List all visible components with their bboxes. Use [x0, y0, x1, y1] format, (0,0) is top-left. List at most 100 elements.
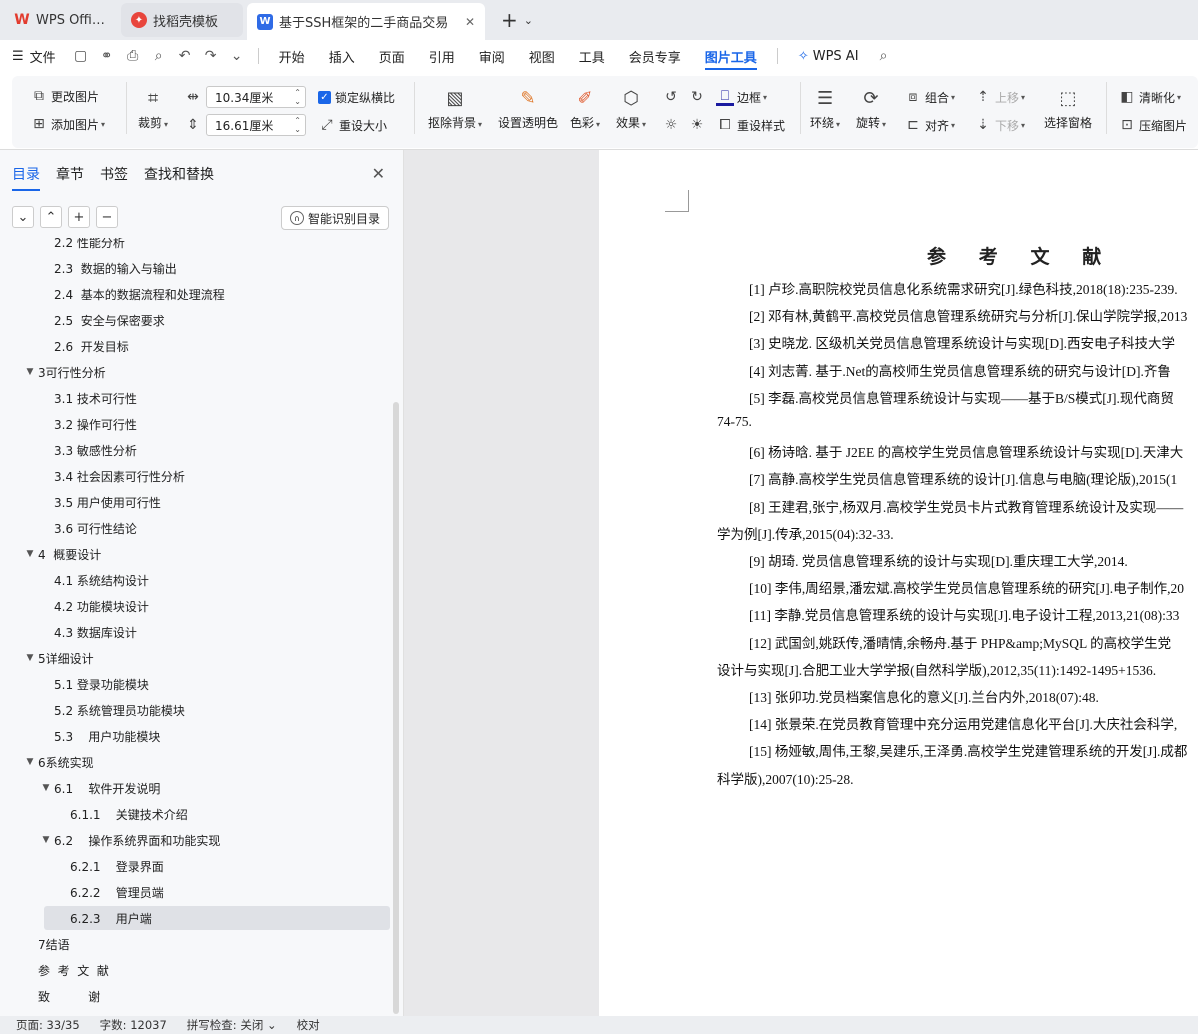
spinner-arrows-icon[interactable]: ⌃ ⌄ [294, 88, 301, 106]
proofread-button[interactable]: 校对 [297, 1017, 320, 1033]
document-page[interactable]: 参 考 文 献 [1] 卢珍.高职院校党员信息化系统需求研究[J].绿色科技,2… [599, 150, 1198, 1016]
collapse-icon[interactable]: ⌃ [40, 206, 62, 228]
new-tab-button[interactable]: + ⌄ [501, 8, 533, 32]
triangle-down-icon[interactable]: ▼ [22, 367, 38, 377]
wrap-button[interactable]: ☰ 环绕 ▾ [810, 86, 840, 131]
toc-item[interactable]: 2.2 性能分析 [0, 238, 125, 254]
triangle-down-icon[interactable]: ▼ [22, 757, 38, 767]
toc-item[interactable]: 4.2 功能模块设计 [0, 594, 149, 618]
toc-item[interactable]: 7结语 [0, 932, 70, 956]
toc-item[interactable]: ▼ 5详细设计 [0, 646, 94, 670]
rotate-button[interactable]: ⟳ 旋转 ▾ [856, 86, 886, 131]
menu-insert[interactable]: 插入 [317, 40, 367, 72]
menu-references[interactable]: 引用 [417, 40, 467, 72]
rotate-right-icon[interactable]: ↻ [688, 88, 709, 106]
tab-bookmarks[interactable]: 书签 [100, 164, 128, 191]
page-indicator[interactable]: 页面: 33/35 [16, 1017, 80, 1033]
spell-check-toggle[interactable]: 拼写检查: 关闭 ⌄ [187, 1017, 277, 1033]
crop-button[interactable]: ⌗ 裁剪 ▾ [138, 86, 168, 131]
menu-wps-ai[interactable]: ✧ WPS AI [786, 40, 871, 72]
tab-daoke-templates[interactable]: ✦ 找稻壳模板 [121, 3, 243, 37]
selection-pane-button[interactable]: ⬚ 选择窗格 [1044, 86, 1092, 131]
set-transparent-button[interactable]: ✎ 设置透明色 [498, 86, 558, 131]
toc-item[interactable]: 6.2.1 登录界面 [0, 854, 164, 878]
toc-item[interactable]: ▼ 6.1 软件开发说明 [0, 776, 161, 800]
toc-item[interactable]: 2.4 基本的数据流程和处理流程 [0, 282, 225, 306]
toc-item[interactable]: 4.1 系统结构设计 [0, 568, 149, 592]
toc-item[interactable]: 2.5 安全与保密要求 [0, 308, 165, 332]
triangle-down-icon[interactable]: ▼ [22, 549, 38, 559]
contrast-icon[interactable]: ☀ [688, 116, 709, 134]
word-count[interactable]: 字数: 12037 [100, 1017, 167, 1033]
toc-item[interactable]: ▼ 4 概要设计 [0, 542, 102, 566]
tab-find-replace[interactable]: 查找和替换 [144, 164, 214, 191]
toc-item[interactable]: 3.6 可行性结论 [0, 516, 137, 540]
tab-document[interactable]: W 基于SSH框架的二手商品交易 ✕ [247, 3, 485, 40]
rotate-left-icon[interactable]: ↺ [662, 88, 683, 106]
smart-toc-button[interactable]: ∩ 智能识别目录 [280, 206, 389, 230]
border-button[interactable]: ⎕ 边框 ▾ [716, 88, 767, 106]
menu-picture-tools[interactable]: 图片工具 [693, 40, 769, 72]
search-icon[interactable]: ⌕ [871, 48, 897, 64]
toc-item[interactable]: 5.3 用户功能模块 [0, 724, 160, 748]
toc-item[interactable]: 6.2.2 管理员端 [0, 880, 164, 904]
toc-item[interactable]: 致 谢 [0, 984, 100, 1008]
align-button[interactable]: ⊏ 对齐 ▾ [904, 116, 955, 134]
save-icon[interactable]: ▢ [68, 48, 94, 64]
menu-file[interactable]: ☰ 文件 [0, 40, 68, 72]
triangle-down-icon[interactable]: ▼ [38, 835, 54, 845]
close-icon[interactable]: ✕ [372, 164, 385, 183]
remove-background-button[interactable]: ▧ 抠除背景 ▾ [428, 86, 482, 131]
effects-button[interactable]: ⬡ 效果 ▾ [616, 86, 646, 131]
menu-review[interactable]: 审阅 [467, 40, 517, 72]
lock-ratio-checkbox[interactable]: ✓ 锁定纵横比 [318, 89, 395, 106]
brightness-icon[interactable]: ☼ [662, 116, 683, 134]
redo-icon[interactable]: ↷ [198, 48, 224, 64]
menu-home[interactable]: 开始 [267, 40, 317, 72]
chevron-down-icon[interactable]: ⌄ [524, 14, 533, 27]
group-button[interactable]: ⧈ 组合 ▾ [904, 88, 955, 106]
undo-icon[interactable]: ↶ [172, 48, 198, 64]
remove-icon[interactable]: − [96, 206, 118, 228]
color-button[interactable]: ✐ 色彩 ▾ [570, 86, 600, 131]
menu-page[interactable]: 页面 [367, 40, 417, 72]
reset-style-button[interactable]: ⧠ 重设样式 [716, 116, 785, 134]
toc-item[interactable]: 3.4 社会因素可行性分析 [0, 464, 185, 488]
print-icon[interactable]: ⎙ [120, 48, 146, 64]
spinner-arrows-icon[interactable]: ⌃ ⌄ [294, 116, 301, 134]
tab-wps-office[interactable]: W WPS Office [4, 3, 117, 37]
triangle-down-icon[interactable]: ▼ [38, 783, 54, 793]
menu-tools[interactable]: 工具 [567, 40, 617, 72]
toc-item[interactable]: 3.2 操作可行性 [0, 412, 137, 436]
toc-item[interactable]: 2.6 开发目标 [0, 334, 129, 358]
menu-view[interactable]: 视图 [517, 40, 567, 72]
toc-item[interactable]: 2.3 数据的输入与输出 [0, 256, 177, 280]
reset-size-button[interactable]: ⤢ 重设大小 [318, 116, 387, 134]
toc-item[interactable]: 3.3 敏感性分析 [0, 438, 137, 462]
height-input[interactable]: 16.61厘米 ⌃ ⌄ [206, 114, 306, 136]
close-icon[interactable]: ✕ [459, 15, 475, 29]
toc-item[interactable]: ▼ 3可行性分析 [0, 360, 106, 384]
move-down-button[interactable]: ⇣ 下移 ▾ [974, 116, 1025, 134]
change-image-button[interactable]: ⧉ 更改图片 [30, 87, 99, 105]
toc-item[interactable]: 参 考 文 献 [0, 958, 109, 982]
toc-item[interactable]: ▼ 6.2 操作系统界面和功能实现 [0, 828, 221, 852]
toc-item[interactable]: ▼ 6系统实现 [0, 750, 94, 774]
tab-toc[interactable]: 目录 [12, 164, 40, 191]
toc-item[interactable]: 3.1 技术可行性 [0, 386, 137, 410]
width-input[interactable]: 10.34厘米 ⌃ ⌄ [206, 86, 306, 108]
add-icon[interactable]: + [68, 206, 90, 228]
toc-item[interactable]: 5.1 登录功能模块 [0, 672, 149, 696]
menu-member[interactable]: 会员专享 [617, 40, 693, 72]
add-image-button[interactable]: ⊞ 添加图片 ▾ [30, 115, 105, 133]
tab-chapters[interactable]: 章节 [56, 164, 84, 191]
sharpen-button[interactable]: ◧ 清晰化 ▾ [1118, 88, 1181, 106]
toc-item[interactable]: 4.3 数据库设计 [0, 620, 137, 644]
compress-image-button[interactable]: ⊡ 压缩图片 [1118, 116, 1187, 134]
expand-icon[interactable]: ⌄ [12, 206, 34, 228]
toc-item[interactable]: 3.5 用户使用可行性 [0, 490, 161, 514]
toc-scrollbar[interactable] [393, 402, 399, 1014]
toc-item[interactable]: 6.1.1 关键技术介绍 [0, 802, 188, 826]
toc-item[interactable]: 5.2 系统管理员功能模块 [0, 698, 185, 722]
print-preview-icon[interactable]: ⌕ [146, 48, 172, 64]
